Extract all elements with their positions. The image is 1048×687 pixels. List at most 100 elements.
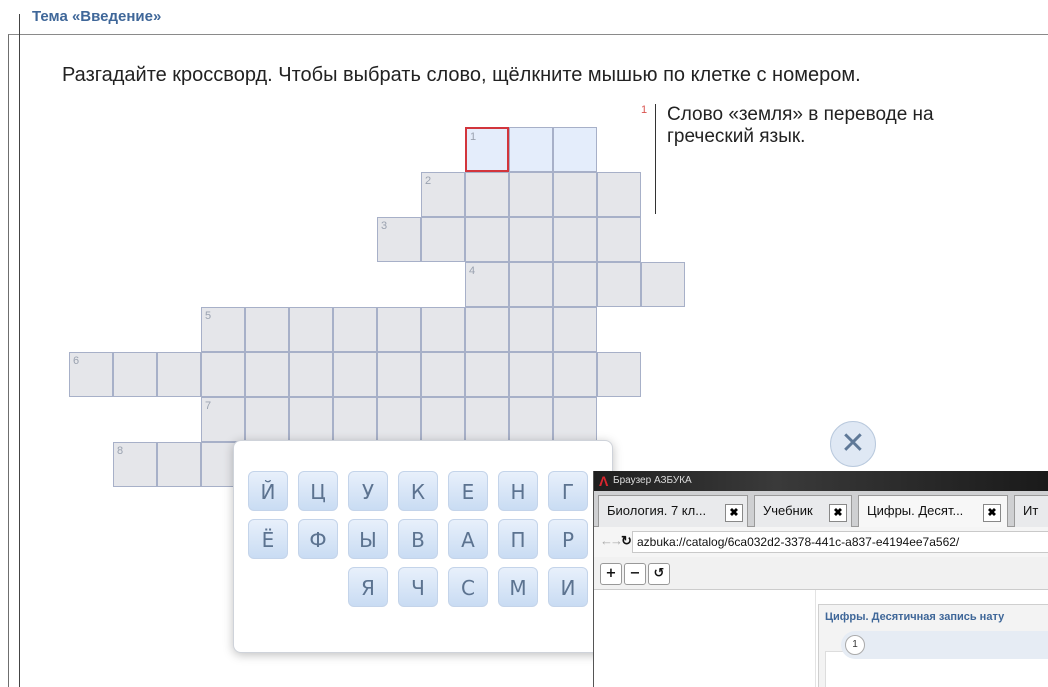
crossword-cell[interactable] (157, 352, 201, 397)
crossword-cell[interactable] (157, 442, 201, 487)
close-keyboard-button[interactable]: ✕ (830, 421, 876, 467)
crossword-cell[interactable] (421, 217, 465, 262)
key-button[interactable]: Ы (348, 519, 388, 559)
document-title: Цифры. Десятичная запись нату (825, 611, 1005, 623)
crossword-cell[interactable] (333, 307, 377, 352)
crossword-cell[interactable] (377, 397, 421, 442)
crossword-cell[interactable] (333, 397, 377, 442)
crossword-cell[interactable] (377, 352, 421, 397)
list-item[interactable] (841, 631, 1048, 659)
crossword-cell[interactable] (553, 127, 597, 172)
crossword-cell[interactable] (509, 262, 553, 307)
key-button[interactable]: У (348, 471, 388, 511)
crossword-cell[interactable] (509, 217, 553, 262)
crossword-cell[interactable] (289, 307, 333, 352)
crossword-cell[interactable] (597, 262, 641, 307)
crossword-cell[interactable] (465, 217, 509, 262)
crossword-cell[interactable] (509, 307, 553, 352)
key-button[interactable]: А (448, 519, 488, 559)
key-button[interactable]: Ч (398, 567, 438, 607)
crossword-cell[interactable] (465, 352, 509, 397)
crossword-cell[interactable] (509, 397, 553, 442)
crossword-cell[interactable] (553, 397, 597, 442)
crossword-cell[interactable] (245, 352, 289, 397)
key-button[interactable]: И (548, 567, 588, 607)
document-panel: Цифры. Десятичная запись нату 1 (818, 604, 1048, 687)
crossword-cell[interactable] (597, 352, 641, 397)
tab-label: Биология. 7 кл... (607, 503, 707, 518)
crossword-cell[interactable] (377, 307, 421, 352)
crossword-cell[interactable]: 7 (201, 397, 245, 442)
key-button[interactable]: В (398, 519, 438, 559)
cell-number: 5 (205, 310, 212, 322)
key-button[interactable]: Й (248, 471, 288, 511)
crossword-cell[interactable]: 5 (201, 307, 245, 352)
tab-label: Учебник (763, 503, 813, 518)
tab-close-icon[interactable]: ✖ (725, 504, 743, 522)
crossword-cell[interactable]: 3 (377, 217, 421, 262)
zoom-in-button[interactable]: + (600, 563, 622, 585)
crossword-cell[interactable] (245, 307, 289, 352)
zoom-reset-button[interactable]: ↺ (648, 563, 670, 585)
crossword-cell[interactable]: 8 (113, 442, 157, 487)
crossword-cell[interactable] (597, 172, 641, 217)
key-button[interactable]: С (448, 567, 488, 607)
key-button[interactable]: Н (498, 471, 538, 511)
cell-number: 6 (73, 355, 80, 367)
crossword-cell[interactable] (641, 262, 685, 307)
crossword-cell[interactable] (553, 352, 597, 397)
crossword-cell[interactable] (553, 217, 597, 262)
key-button[interactable]: М (498, 567, 538, 607)
crossword-cell[interactable] (201, 352, 245, 397)
cell-number: 4 (469, 265, 476, 277)
crossword-cell[interactable] (509, 172, 553, 217)
browser-content: Цифры. Десятичная запись нату 1 (594, 589, 1048, 687)
tab-close-icon[interactable]: ✖ (829, 504, 847, 522)
crossword-cell[interactable]: 1 (465, 127, 509, 172)
reload-icon[interactable]: ↻ (621, 533, 632, 549)
crossword-cell[interactable] (553, 172, 597, 217)
address-bar[interactable]: azbuka://catalog/6ca032d2-3378-441c-a837… (632, 531, 1048, 553)
screen: { "topic": "Тема «Введение»", "instructi… (0, 0, 1048, 687)
crossword-cell[interactable] (113, 352, 157, 397)
tab-biology[interactable]: Биология. 7 кл... ✖ (598, 495, 748, 527)
crossword-cell[interactable] (597, 217, 641, 262)
tab-close-icon[interactable]: ✖ (983, 504, 1001, 522)
cell-number: 8 (117, 445, 124, 457)
crossword-cell[interactable] (465, 307, 509, 352)
crossword-cell[interactable] (509, 127, 553, 172)
key-button[interactable]: Г (548, 471, 588, 511)
crossword-cell[interactable]: 6 (69, 352, 113, 397)
cell-number: 2 (425, 175, 432, 187)
crossword-cell[interactable]: 4 (465, 262, 509, 307)
crossword-cell[interactable] (421, 352, 465, 397)
tab-textbook[interactable]: Учебник ✖ (754, 495, 852, 527)
crossword-cell[interactable] (465, 397, 509, 442)
crossword-cell[interactable] (553, 262, 597, 307)
crossword-cell[interactable] (245, 397, 289, 442)
crossword-cell[interactable] (509, 352, 553, 397)
crossword-cell[interactable] (289, 397, 333, 442)
key-button[interactable]: Ё (248, 519, 288, 559)
key-button[interactable]: Я (348, 567, 388, 607)
cell-number: 1 (470, 131, 477, 143)
list-item-number: 1 (845, 635, 865, 655)
crossword-cell[interactable] (289, 352, 333, 397)
tab-digits[interactable]: Цифры. Десят... ✖ (858, 495, 1008, 527)
key-button[interactable]: Ф (298, 519, 338, 559)
crossword-cell[interactable] (465, 172, 509, 217)
key-button[interactable]: Е (448, 471, 488, 511)
key-button[interactable]: К (398, 471, 438, 511)
crossword-cell[interactable] (421, 397, 465, 442)
tab-other[interactable]: Ит (1014, 495, 1048, 527)
browser-tabs: Биология. 7 кл... ✖ Учебник ✖ Цифры. Дес… (594, 491, 1048, 527)
key-button[interactable]: Ц (298, 471, 338, 511)
cell-number: 3 (381, 220, 388, 232)
crossword-cell[interactable] (333, 352, 377, 397)
zoom-out-button[interactable]: − (624, 563, 646, 585)
crossword-cell[interactable] (553, 307, 597, 352)
key-button[interactable]: П (498, 519, 538, 559)
crossword-cell[interactable]: 2 (421, 172, 465, 217)
key-button[interactable]: Р (548, 519, 588, 559)
crossword-cell[interactable] (421, 307, 465, 352)
